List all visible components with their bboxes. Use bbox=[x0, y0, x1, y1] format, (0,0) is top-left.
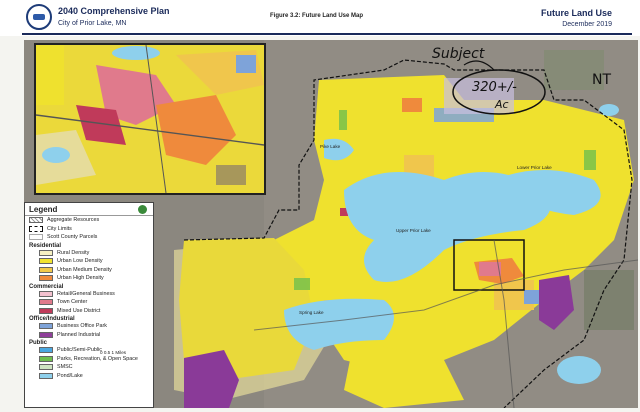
legend-swatch bbox=[39, 331, 53, 338]
hatch-swatch bbox=[29, 217, 43, 224]
legend-swatch bbox=[39, 258, 53, 265]
park-zone bbox=[294, 278, 310, 290]
legend-swatch bbox=[39, 249, 53, 256]
legend-item: City Limits bbox=[25, 225, 153, 234]
dashed-line-swatch bbox=[29, 225, 43, 232]
legend-swatch bbox=[39, 299, 53, 306]
subject-annotation: Subject bbox=[432, 46, 485, 62]
legend-item: Scott County Parcels bbox=[25, 233, 153, 242]
legend-item: SMSC bbox=[25, 363, 153, 372]
legend-label: Urban Medium Density bbox=[57, 266, 112, 273]
header-rule bbox=[22, 33, 632, 35]
legend-section-title: Office/Industrial bbox=[29, 316, 75, 322]
inset-lake bbox=[112, 46, 160, 60]
legend-label: Scott County Parcels bbox=[47, 234, 98, 241]
legend-item: Planned Industrial bbox=[25, 331, 153, 340]
legend-label: Parks, Recreation, & Open Space bbox=[57, 355, 138, 362]
legend-swatch bbox=[39, 347, 53, 354]
legend-label: Urban Low Density bbox=[57, 258, 103, 265]
legend-label: Mixed Use District bbox=[57, 307, 101, 314]
acreage-unit-annotation: Ac bbox=[495, 98, 509, 111]
legend-item: Rural Density bbox=[25, 249, 153, 258]
inset-office-park bbox=[236, 55, 256, 73]
legend-label: Rural Density bbox=[57, 249, 90, 256]
north-arrow-icon bbox=[138, 205, 147, 214]
legend-section-title: Commercial bbox=[29, 283, 64, 290]
city-seal-icon bbox=[26, 4, 52, 30]
legend-label: Aggregate Resources bbox=[47, 217, 100, 224]
legend-section-title: Residential bbox=[29, 242, 62, 249]
legend-item: Urban Medium Density bbox=[25, 266, 153, 275]
legend-title: Legend bbox=[25, 203, 153, 216]
legend-swatch bbox=[39, 307, 53, 314]
legend-item: Business Office Park bbox=[25, 322, 153, 331]
pond bbox=[557, 356, 601, 384]
legend-label: Retail/General Business bbox=[57, 290, 115, 297]
figure-title: Figure 3.2: Future Land Use Map bbox=[270, 13, 364, 19]
map-date: December 2019 bbox=[562, 21, 612, 28]
map-legend: Legend Aggregate Resources City Limits S… bbox=[24, 202, 154, 408]
lower-prior-lake-label: Lower Prior Lake bbox=[517, 165, 552, 170]
legend-swatch bbox=[39, 364, 53, 371]
legend-item: Retail/General Business bbox=[25, 290, 153, 299]
legend-section-title: Public bbox=[29, 340, 48, 346]
legend-item: Parks, Recreation, & Open Space bbox=[25, 355, 153, 364]
legend-item: Mixed Use District bbox=[25, 307, 153, 316]
legend-swatch bbox=[39, 266, 53, 273]
legend-item: Town Center bbox=[25, 298, 153, 307]
legend-label: Public/Semi-Public bbox=[57, 347, 102, 354]
inset-pond bbox=[42, 147, 70, 163]
legend-label: Urban High Density bbox=[57, 275, 104, 282]
legend-item: Public/Semi-Public bbox=[25, 346, 153, 355]
legend-item: Aggregate Resources bbox=[25, 216, 153, 225]
map-title: Future Land Use bbox=[540, 8, 612, 18]
downtown-inset-map bbox=[34, 43, 266, 195]
map-header: 2040 Comprehensive Plan City of Prior La… bbox=[0, 0, 640, 36]
city-name: City of Prior Lake, MN bbox=[58, 20, 127, 27]
plan-title: 2040 Comprehensive Plan bbox=[58, 6, 170, 16]
nt-annotation: NT bbox=[592, 72, 612, 88]
legend-label: SMSC bbox=[57, 364, 73, 371]
legend-item: Pond/Lake bbox=[25, 372, 153, 381]
legend-swatch bbox=[39, 372, 53, 379]
park-zone bbox=[584, 150, 596, 170]
inset-gray-parcel bbox=[216, 165, 246, 185]
park-zone bbox=[339, 110, 347, 130]
scale-bar-label: 0 0.5 1 Miles bbox=[100, 350, 127, 355]
legend-label: Planned Industrial bbox=[57, 331, 101, 338]
spring-lake-label: Spring Lake bbox=[299, 310, 324, 315]
legend-label: Pond/Lake bbox=[57, 372, 83, 379]
legend-swatch bbox=[39, 323, 53, 330]
pike-lake-label: Pike Lake bbox=[320, 144, 341, 149]
legend-swatch bbox=[39, 355, 53, 362]
urban-high-density-zone bbox=[402, 98, 422, 112]
parcel-swatch bbox=[29, 234, 43, 241]
legend-item: Urban High Density bbox=[25, 274, 153, 283]
acreage-annotation: 320+/- bbox=[472, 80, 517, 95]
legend-label: City Limits bbox=[47, 225, 72, 232]
legend-item: Urban Low Density bbox=[25, 257, 153, 266]
legend-label: Town Center bbox=[57, 299, 88, 306]
legend-label: Business Office Park bbox=[57, 323, 107, 330]
legend-swatch bbox=[39, 290, 53, 297]
inset-canvas bbox=[36, 45, 264, 193]
upper-prior-lake-label: Upper Prior Lake bbox=[396, 228, 431, 233]
legend-swatch bbox=[39, 275, 53, 282]
